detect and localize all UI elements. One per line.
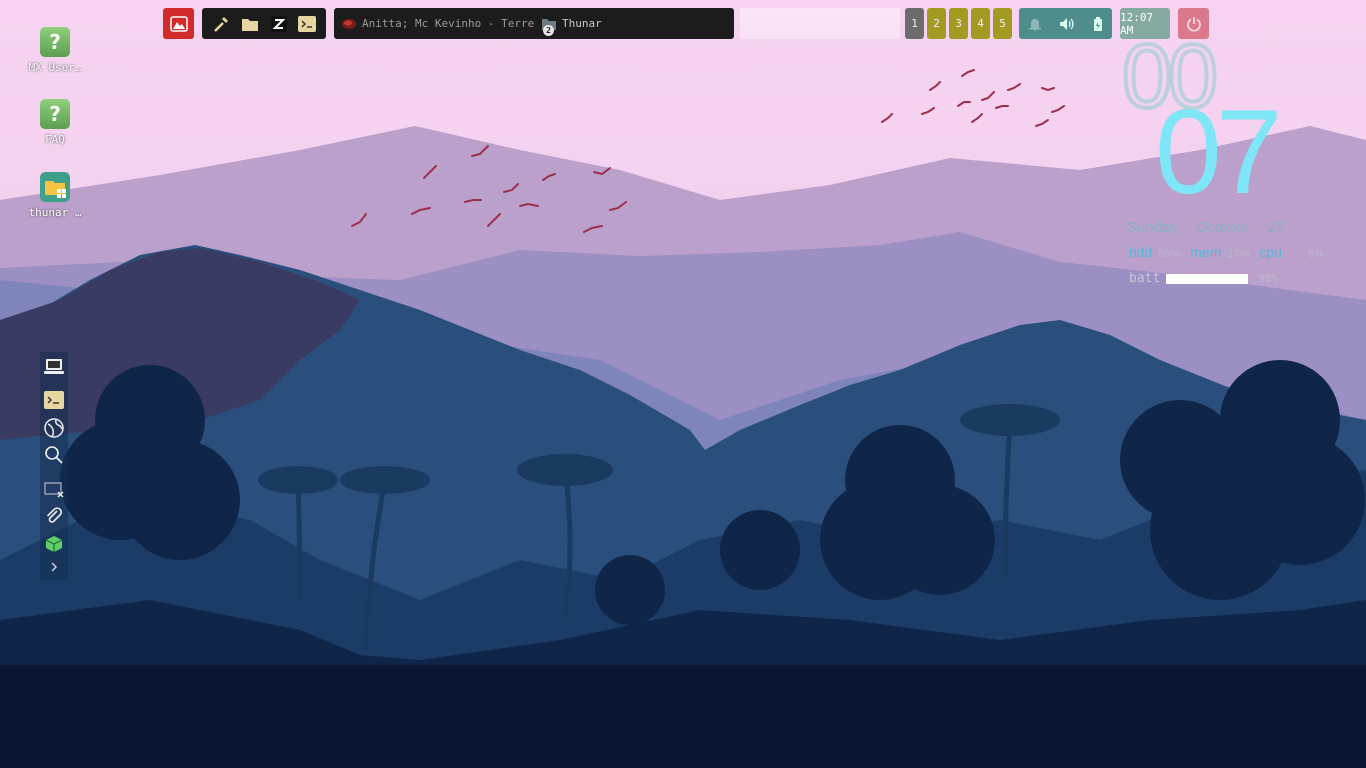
task-label: Thunar [562,17,602,30]
file-manager-icon[interactable] [241,16,259,32]
mountain-app-menu-icon [169,15,188,32]
battery-bar-fill [1167,274,1247,283]
task-thunar[interactable]: 2 Thunar [534,8,734,39]
desktop-icon-label: MX User… [28,61,82,74]
desktop-icon-label: thunar … [28,206,82,219]
conky-stats: hdd 59% mem 17% cpu 5% [1129,244,1330,260]
battery-percent: 99% [1258,272,1279,285]
search-icon [45,446,63,464]
help-icon: ? [40,99,70,129]
dock-search[interactable] [43,444,65,466]
desktop-icon-faq[interactable]: ? FAQ [20,99,90,146]
package-icon [45,536,63,552]
quick-launch-bar [202,8,326,39]
desktop-icon-label: FAQ [45,133,65,146]
stat-hdd-value: 59% [1158,248,1181,260]
dock-browser[interactable] [43,417,65,439]
globe-icon [44,418,64,438]
workspace-2[interactable]: 2 [927,8,946,39]
stat-cpu-value: 5% [1307,248,1324,260]
terminal-icon[interactable] [298,15,317,32]
dock-attachments[interactable] [43,505,65,527]
battery-bar [1166,273,1249,284]
z-app-icon[interactable] [270,15,287,32]
dock-screen-close[interactable] [43,479,65,501]
battery-icon[interactable] [1093,16,1103,31]
help-icon: ? [40,27,70,57]
battery-label: batt [1129,271,1161,286]
dock-laptop[interactable] [43,356,65,378]
chevron-right-icon [51,562,58,572]
conky-battery: batt 99% [1129,271,1278,286]
window-count-badge: 2 [543,25,554,36]
desktop-icon-thunar[interactable]: thunar … [20,172,90,219]
dock-expand[interactable] [43,556,65,578]
app-menu-button[interactable] [163,8,194,39]
dock-terminal[interactable] [43,389,65,411]
stat-cpu-label: cpu [1259,244,1282,260]
volume-icon[interactable] [1059,17,1075,31]
folder-grid-icon [40,172,70,202]
dock-package-manager[interactable] [43,533,65,555]
task-media-player[interactable]: Anitta; Mc Kevinho - Terrem… [334,8,534,39]
workspace-3[interactable]: 3 [949,8,968,39]
terminal-icon [44,391,64,409]
screen-close-icon [44,482,64,498]
stat-mem-value: 17% [1227,248,1250,260]
system-tray [1019,8,1112,39]
conky-clock-minute: 07 [1155,85,1283,219]
desktop-icon-mx-user[interactable]: ? MX User… [20,27,90,74]
laptop-icon [44,359,64,374]
workspace-1[interactable]: 1 [905,8,924,39]
notification-bell-icon[interactable] [1028,17,1042,31]
paperclip-icon [46,507,62,523]
left-dock [40,352,68,580]
workspace-4[interactable]: 4 [971,8,990,39]
workspace-pager: 1 2 3 4 5 [905,8,1013,39]
conky-date: Sunday October 27 [1127,219,1284,236]
media-player-icon [342,18,356,29]
stat-hdd-label: hdd [1129,244,1153,260]
task-label: Anitta; Mc Kevinho - Terrem… [362,17,534,30]
screenshot-tool-icon[interactable] [212,15,230,33]
conky-date-text: October 27 [1196,219,1285,236]
panel-empty-area [740,8,900,39]
stat-mem-label: mem [1190,244,1222,260]
taskbar: Anitta; Mc Kevinho - Terrem… 2 Thunar [334,8,734,39]
conky-day: Sunday [1127,219,1178,236]
workspace-5[interactable]: 5 [993,8,1012,39]
